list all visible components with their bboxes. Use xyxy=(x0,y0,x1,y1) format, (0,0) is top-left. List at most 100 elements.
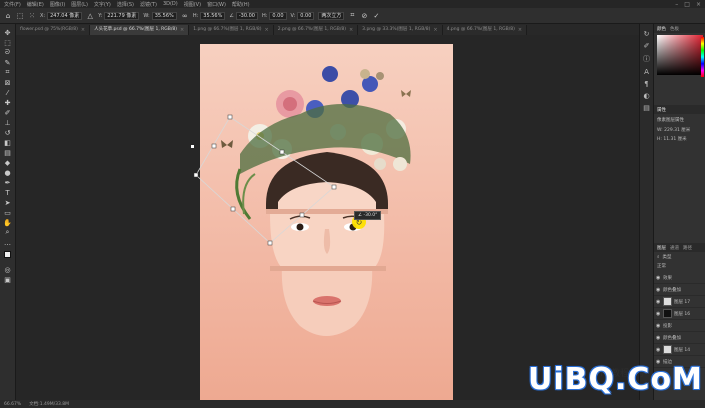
close-tab-icon[interactable]: × xyxy=(433,25,437,35)
menu-type[interactable]: 文字(Y) xyxy=(94,1,111,8)
close-tab-icon[interactable]: × xyxy=(81,25,85,35)
eye-icon[interactable]: ◉ xyxy=(656,335,661,341)
menu-file[interactable]: 文件(F) xyxy=(4,1,21,8)
eye-icon[interactable]: ◉ xyxy=(656,287,661,293)
paragraph-icon[interactable]: ¶ xyxy=(644,80,648,88)
frame-tool-icon[interactable]: ⊠ xyxy=(3,78,13,87)
eye-icon[interactable]: ◉ xyxy=(656,275,661,281)
blur-tool-icon[interactable]: ◆ xyxy=(3,158,13,167)
hue-slider[interactable] xyxy=(701,37,704,77)
close-tab-icon[interactable]: × xyxy=(180,25,184,35)
close-tab-icon[interactable]: × xyxy=(518,25,522,35)
canvas-area[interactable]: ↻ ∠ -30.0° xyxy=(16,35,639,400)
eye-icon[interactable]: ◉ xyxy=(656,347,661,353)
menu-image[interactable]: 图像(I) xyxy=(50,1,65,8)
minimize-icon[interactable]: – xyxy=(675,1,678,8)
eye-icon[interactable]: ◉ xyxy=(656,299,661,305)
v-skew-input[interactable]: 0.00 xyxy=(297,11,315,20)
menu-window[interactable]: 窗口(W) xyxy=(207,1,226,8)
gradient-tool-icon[interactable]: ▤ xyxy=(3,148,13,157)
background-color-swatch[interactable] xyxy=(8,255,15,262)
w-input[interactable]: 35.56% xyxy=(151,11,177,20)
layer-row[interactable]: ◉ 图层 17 xyxy=(654,296,705,308)
menu-filter[interactable]: 滤镜(T) xyxy=(140,1,157,8)
h-skew-input[interactable]: 0.00 xyxy=(269,11,287,20)
close-icon[interactable]: × xyxy=(696,1,701,8)
menu-3d[interactable]: 3D(D) xyxy=(163,1,178,7)
layer-kind-select[interactable]: 类型 xyxy=(663,254,672,260)
shape-tool-icon[interactable]: ▭ xyxy=(3,208,13,217)
history-brush-tool-icon[interactable]: ↺ xyxy=(3,128,13,137)
eye-icon[interactable]: ◉ xyxy=(656,323,661,329)
libraries-icon[interactable]: ▤ xyxy=(643,104,650,112)
commit-check-icon[interactable]: ✓ xyxy=(372,12,380,20)
doc-tab[interactable]: 2.png @ 66.7%(图层 1, RGB/8) × xyxy=(273,25,359,35)
link-icon[interactable]: ∞ xyxy=(181,12,189,20)
color-picker-field[interactable] xyxy=(657,35,703,75)
doc-tab[interactable]: 1.png @ 66.7%(图层 1, RGB/8) × xyxy=(189,25,274,35)
menu-view[interactable]: 视图(V) xyxy=(184,1,201,8)
maximize-icon[interactable]: □ xyxy=(684,1,690,8)
zoom-level[interactable]: 66.67% xyxy=(4,402,21,407)
interpolation-select[interactable]: 两次立方 xyxy=(318,11,345,20)
doc-tab-active[interactable]: 人头花草.psd @ 66.7%(图层 1, RGB/8) × xyxy=(90,25,190,35)
doc-tab[interactable]: 3.png @ 33.3%(图层 1, RGB/8) × xyxy=(358,25,443,35)
pen-tool-icon[interactable]: ✒ xyxy=(3,178,13,187)
layer-row[interactable]: ◉ 图层 16 xyxy=(654,308,705,320)
layer-row[interactable]: ◉ 效果 xyxy=(654,272,705,284)
tab-channels[interactable]: 通道 xyxy=(670,245,679,251)
warp-icon[interactable]: ⌗ xyxy=(348,11,356,20)
transform-bounding-box[interactable] xyxy=(16,35,639,400)
tab-swatches[interactable]: 色板 xyxy=(670,26,679,32)
brush-settings-icon[interactable]: ✐ xyxy=(644,42,650,50)
screen-mode-icon[interactable]: ▣ xyxy=(3,275,13,284)
adjustments-icon[interactable]: ◐ xyxy=(643,92,649,100)
more-tools-icon[interactable]: … xyxy=(3,238,13,247)
h-input[interactable]: 35.56% xyxy=(200,11,226,20)
doc-tab[interactable]: flower.psd @ 75%(RGB/8) × xyxy=(16,25,91,35)
brush-tool-icon[interactable]: ✐ xyxy=(3,108,13,117)
tab-paths[interactable]: 路径 xyxy=(683,245,692,251)
layer-row[interactable]: ◉ 投影 xyxy=(654,320,705,332)
eyedropper-tool-icon[interactable]: ⁄ xyxy=(3,88,13,97)
history-icon[interactable]: ↻ xyxy=(644,30,650,38)
close-tab-icon[interactable]: × xyxy=(264,25,268,35)
dodge-tool-icon[interactable]: ● xyxy=(3,168,13,177)
menu-layer[interactable]: 图层(L) xyxy=(71,1,88,8)
tab-layers[interactable]: 图层 xyxy=(657,245,666,251)
hand-tool-icon[interactable]: ✋ xyxy=(3,218,13,227)
prop-width[interactable]: W: 229.31 厘米 xyxy=(657,127,702,133)
zoom-tool-icon[interactable]: ⌕ xyxy=(3,228,13,237)
tab-color[interactable]: 颜色 xyxy=(657,26,666,32)
cancel-icon[interactable]: ⊘ xyxy=(360,12,368,20)
reference-point-icon[interactable]: ⁙ xyxy=(28,12,36,20)
transform-tool-icon[interactable]: ⬚ xyxy=(16,12,24,20)
quick-select-tool-icon[interactable]: ✎ xyxy=(3,58,13,67)
quick-mask-icon[interactable]: ◎ xyxy=(3,265,13,274)
x-input[interactable]: 247.04 像素 xyxy=(47,11,83,20)
menu-help[interactable]: 帮助(H) xyxy=(232,1,250,8)
layer-row[interactable]: ◉ 颜色叠加 xyxy=(654,284,705,296)
type-tool-icon[interactable]: T xyxy=(3,188,13,197)
doc-tab[interactable]: 4.png @ 66.7%(图层 1, RGB/8) × xyxy=(442,25,528,35)
foreground-color-swatch[interactable] xyxy=(4,251,15,262)
move-tool-icon[interactable]: ✥ xyxy=(3,28,13,37)
healing-tool-icon[interactable]: ✚ xyxy=(3,98,13,107)
path-select-tool-icon[interactable]: ➤ xyxy=(3,198,13,207)
menu-select[interactable]: 选择(S) xyxy=(117,1,134,8)
crop-tool-icon[interactable]: ⌗ xyxy=(3,68,13,77)
stamp-tool-icon[interactable]: ⊥ xyxy=(3,118,13,127)
menu-edit[interactable]: 编辑(E) xyxy=(27,1,44,8)
info-icon[interactable]: ⓘ xyxy=(643,54,650,64)
relative-position-icon[interactable]: △ xyxy=(86,12,94,20)
angle-input[interactable]: -30.00 xyxy=(235,11,258,20)
layer-row[interactable]: ◉ 颜色叠加 xyxy=(654,332,705,344)
character-icon[interactable]: A xyxy=(644,68,649,76)
marquee-tool-icon[interactable]: ⬚ xyxy=(3,38,13,47)
layer-row[interactable]: ◉ 图层 14 xyxy=(654,344,705,356)
close-tab-icon[interactable]: × xyxy=(349,25,353,35)
tab-properties[interactable]: 属性 xyxy=(657,107,666,113)
blend-mode-select[interactable]: 正常 xyxy=(654,262,705,270)
eye-icon[interactable]: ◉ xyxy=(656,311,661,317)
eraser-tool-icon[interactable]: ◧ xyxy=(3,138,13,147)
